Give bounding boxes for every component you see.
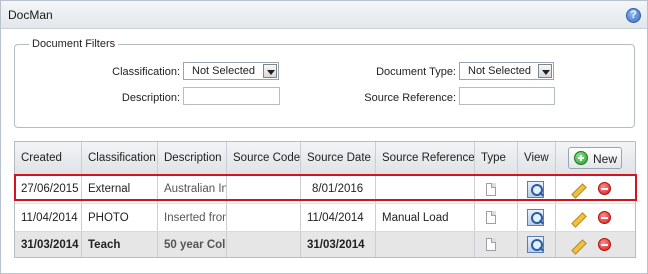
edit-icon[interactable] [569,237,585,253]
chevron-down-icon[interactable] [538,64,552,78]
document-type-label: Document Type: [376,66,456,78]
actions-cell [556,232,635,257]
delete-icon[interactable] [598,237,611,251]
description-input[interactable] [183,87,280,105]
docman-window: DocMan ? Document Filters Classification… [0,0,648,274]
cell-classification: Teach [82,232,158,257]
cell-created: 11/04/2014 [15,204,82,231]
view-icon[interactable] [527,209,544,226]
cell-description: 50 year Coll [158,232,227,257]
window-title: DocMan [8,8,53,22]
new-button[interactable]: New [568,147,622,169]
add-icon [574,151,588,165]
cell-classification: External [82,175,158,203]
cell-source-reference: Manual Load [376,204,475,231]
actions-cell [556,175,635,203]
column-header-created[interactable]: Created [15,142,82,174]
table-row[interactable]: 31/03/2014 Teach 50 year Coll 31/03/2014 [15,231,635,257]
delete-icon[interactable] [598,210,611,224]
cell-created: 31/03/2014 [15,232,82,257]
source-reference-label: Source Reference: [364,92,456,104]
cell-source-date: 11/04/2014 [301,204,376,231]
description-label: Description: [121,92,180,104]
cell-source-reference [376,175,475,203]
column-header-source-code[interactable]: Source Code [227,142,301,174]
view-cell [518,232,556,257]
edit-icon[interactable] [569,210,585,226]
chevron-down-icon[interactable] [263,64,277,78]
document-icon [486,182,496,196]
cell-description: Inserted from [158,204,227,231]
column-header-source-date[interactable]: Source Date [301,142,376,174]
cell-created: 27/06/2015 [15,175,82,203]
cell-source-date: 8/01/2016 [301,175,376,203]
document-type-value: Not Selected [468,65,531,77]
column-header-type[interactable]: Type [475,142,518,174]
cell-source-code [227,204,301,231]
source-reference-input[interactable] [459,87,555,105]
view-cell [518,204,556,231]
cell-source-date: 31/03/2014 [301,232,376,257]
document-icon [486,238,496,251]
new-button-label: New [593,152,618,166]
table-row[interactable]: 27/06/2015 External Australian In 8/01/2… [15,175,635,203]
column-header-view[interactable]: View [518,142,556,174]
filters-legend: Document Filters [32,38,116,50]
type-cell [475,232,518,257]
table-header: Created Classification Description Sourc… [15,142,635,175]
column-header-source-reference[interactable]: Source Reference [376,142,475,174]
table-row[interactable]: 11/04/2014 PHOTO Inserted from 11/04/201… [15,203,635,231]
classification-select[interactable]: Not Selected [183,62,279,80]
column-header-description[interactable]: Description [158,142,227,174]
cell-source-code [227,175,301,203]
document-type-select[interactable]: Not Selected [459,62,554,80]
document-filters: Document Filters [14,38,635,128]
actions-cell [556,204,635,231]
delete-icon[interactable] [598,182,611,195]
view-icon[interactable] [527,236,544,253]
actions-header: New [556,142,635,174]
view-icon[interactable] [527,180,544,198]
cell-description: Australian In [158,175,227,203]
type-cell [475,204,518,231]
documents-table: Created Classification Description Sourc… [14,141,636,258]
cell-source-reference [376,232,475,257]
cell-classification: PHOTO [82,204,158,231]
view-cell [518,175,556,203]
document-icon [486,211,496,224]
classification-label: Classification: [112,66,180,78]
help-icon[interactable]: ? [626,8,641,23]
title-bar: DocMan ? [1,1,647,29]
type-cell [475,175,518,203]
edit-icon[interactable] [569,181,585,197]
cell-source-code [227,232,301,257]
classification-value: Not Selected [192,65,255,77]
column-header-classification[interactable]: Classification [82,142,158,174]
